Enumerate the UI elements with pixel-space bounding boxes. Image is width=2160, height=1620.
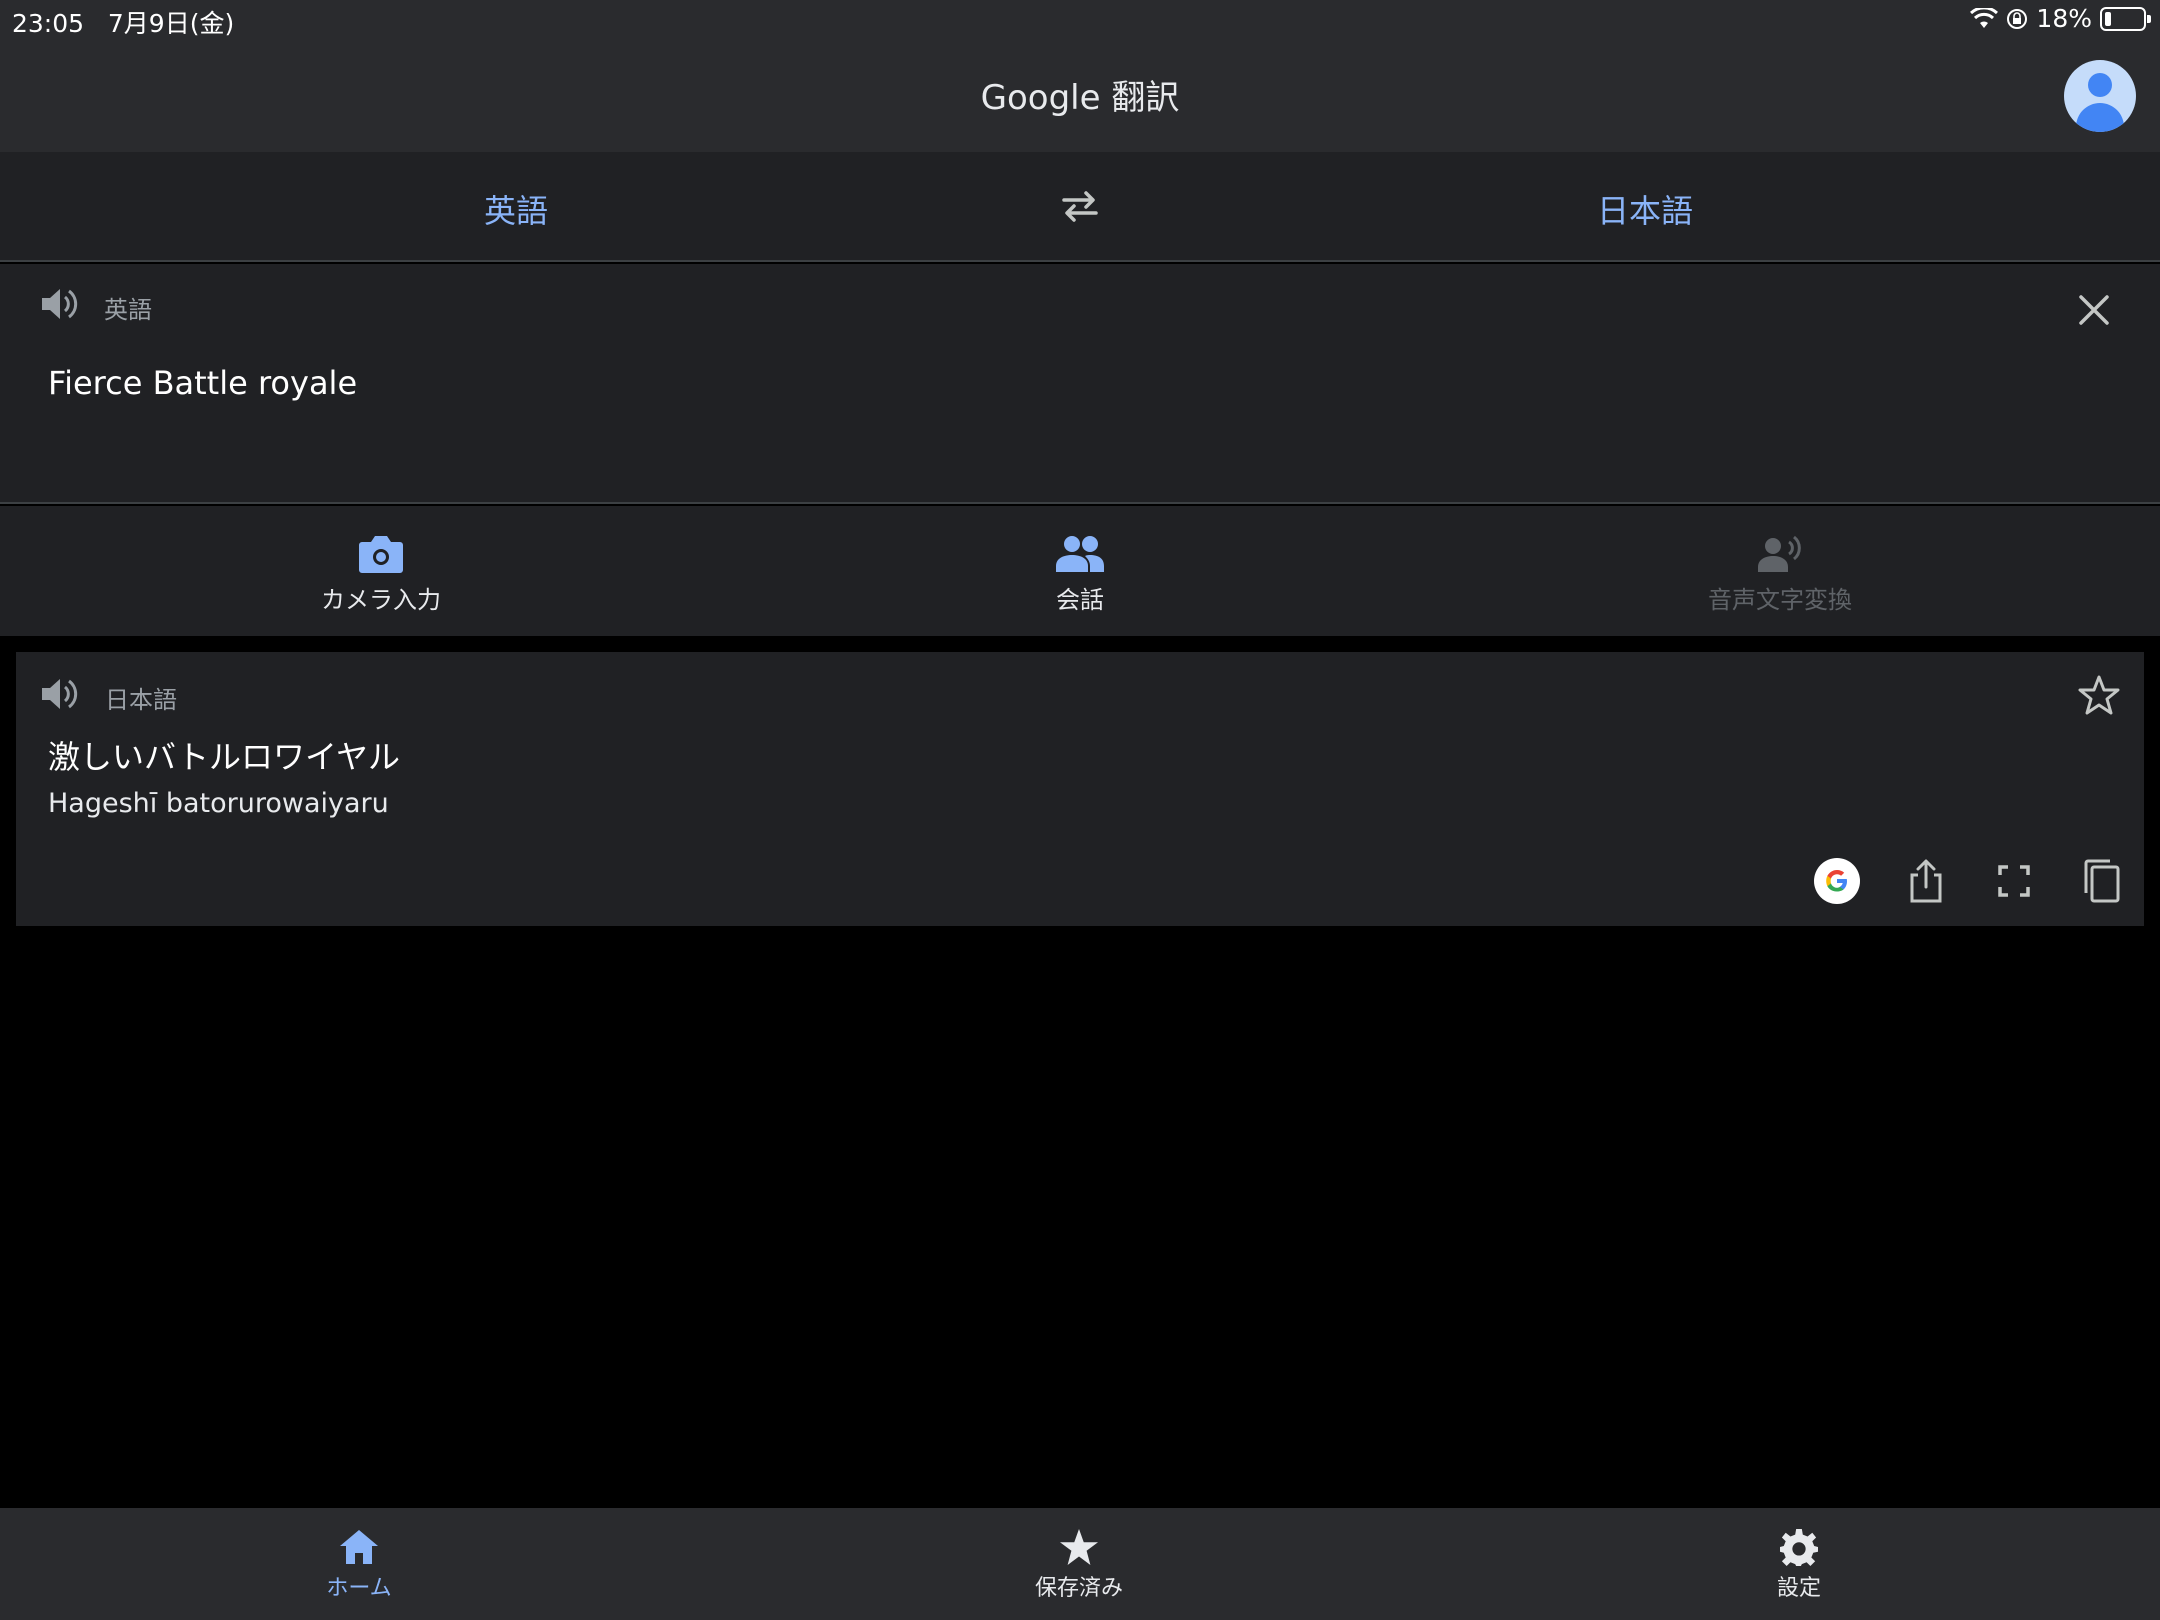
app-bar: Google 翻訳 [0,40,2160,152]
copy-icon[interactable] [2080,859,2124,903]
home-icon [340,1530,378,1564]
conversation-button[interactable]: 会話 [930,534,1230,615]
nav-label: ホーム [326,1576,392,1601]
nav-home[interactable]: ホーム [259,1528,459,1602]
account-avatar-icon[interactable] [2064,60,2136,132]
result-actions [1814,858,2124,904]
speaker-icon[interactable] [40,286,80,322]
people-icon [1056,536,1104,572]
language-bar: 英語 日本語 [0,152,2160,262]
tool-label: 音声文字変換 [1708,586,1852,614]
input-panel[interactable]: 英語 Fierce Battle royale [0,264,2160,504]
status-clock: 23:05 [12,9,85,38]
bottom-navigation: ホーム 保存済み 設定 [0,1508,2160,1620]
fullscreen-icon[interactable] [1992,859,2036,903]
nav-label: 保存済み [1034,1576,1123,1601]
nav-label: 設定 [1776,1576,1821,1601]
target-language-button[interactable]: 日本語 [1597,186,1693,232]
source-language-button[interactable]: 英語 [484,186,548,232]
close-icon[interactable] [2078,294,2110,326]
star-icon[interactable] [2078,674,2120,716]
romanization-text: Hageshī batorurowaiyaru [48,788,389,819]
tool-label: カメラ入力 [321,586,441,614]
nav-settings[interactable]: 設定 [1699,1528,1899,1602]
translation-result-card[interactable]: 日本語 激しいバトルロワイヤル Hageshī batorurowaiyaru [16,652,2144,926]
status-time: 23:05 7月9日(金) [12,4,234,40]
result-language-label: 日本語 [105,686,177,714]
input-tools: カメラ入力 会話 音声文字変換 [0,506,2160,636]
translated-text: 激しいバトルロワイヤル [48,738,401,776]
share-icon[interactable] [1904,859,1948,903]
wifi-icon [1970,7,1999,28]
voice-transcribe-icon [1758,535,1801,572]
transcribe-button[interactable]: 音声文字変換 [1630,534,1930,615]
battery-percent: 18% [2036,4,2092,33]
camera-icon [359,536,403,573]
battery-icon [2100,6,2151,31]
status-indicators: 18% [1970,4,2151,33]
tool-label: 会話 [1056,586,1104,614]
orientation-lock-icon [2007,8,2028,29]
star-icon [1060,1528,1098,1566]
gear-icon [1780,1528,1818,1566]
swap-arrows-icon[interactable] [1060,188,1100,224]
app-title: Google 翻訳 [980,78,1180,118]
status-bar: 23:05 7月9日(金) 18% [0,0,2160,40]
nav-saved[interactable]: 保存済み [979,1528,1179,1602]
google-icon[interactable] [1814,858,1860,904]
speaker-icon[interactable] [40,676,80,712]
camera-input-button[interactable]: カメラ入力 [231,534,531,615]
status-date: 7月9日(金) [107,9,235,38]
input-language-label: 英語 [104,296,152,324]
source-text[interactable]: Fierce Battle royale [48,364,357,402]
